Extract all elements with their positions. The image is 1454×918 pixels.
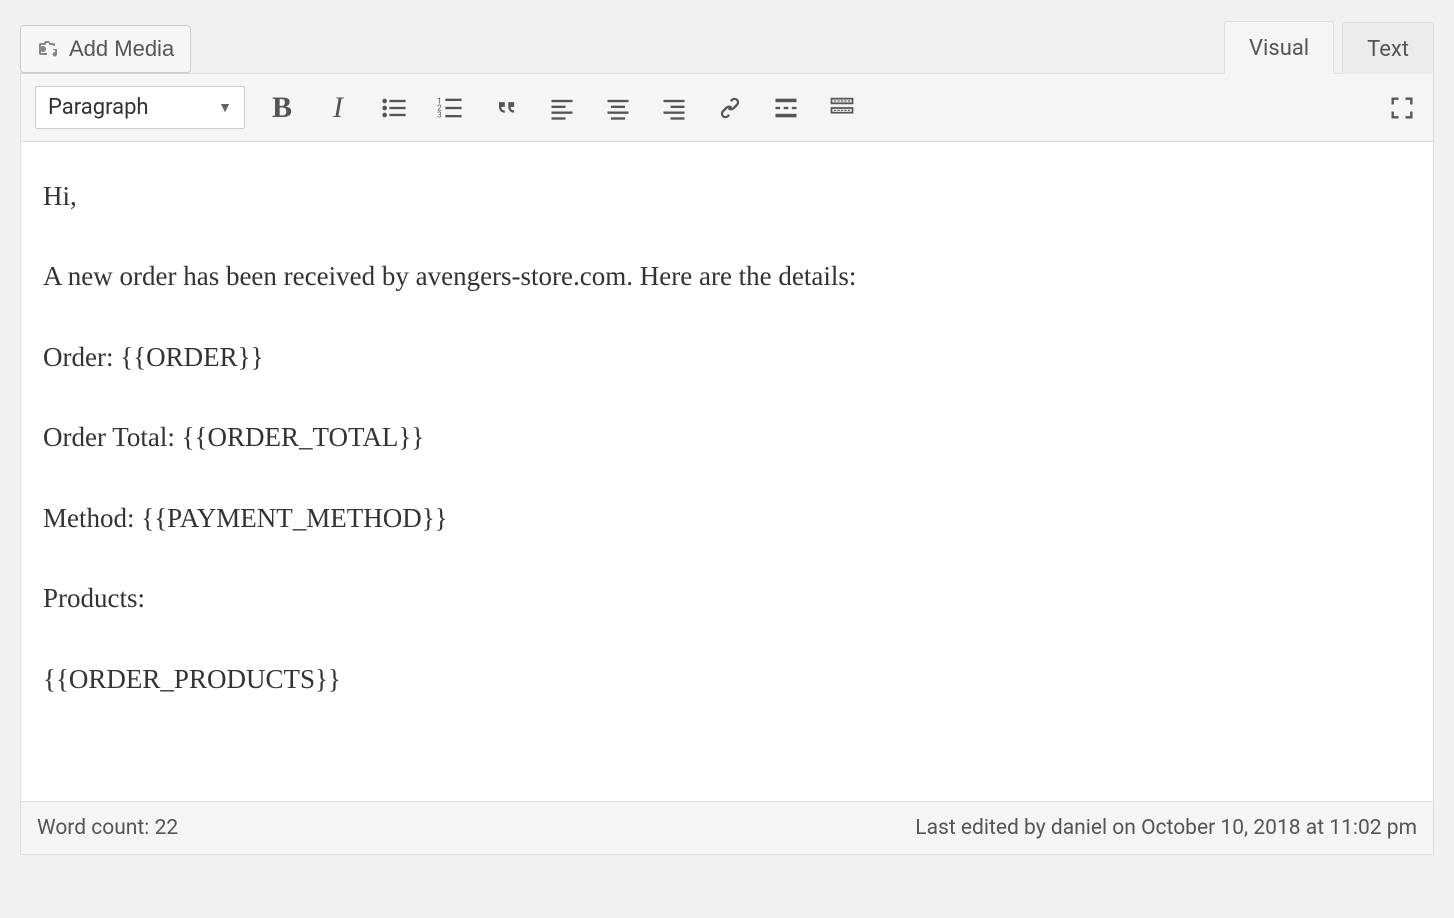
align-right-button[interactable] [657,91,691,125]
content-paragraph: Hi, [43,178,1411,214]
chevron-down-icon: ▼ [218,99,232,116]
toolbar-toggle-button[interactable] [825,91,859,125]
word-count: Word count: 22 [37,816,178,840]
bold-button[interactable]: B [265,91,299,125]
italic-button[interactable]: I [321,91,355,125]
editor-wrap: Add Media Visual Text Paragraph ▼ B I 12… [0,0,1454,875]
toolbar-toggle-icon [828,94,856,122]
content-paragraph: Order: {{ORDER}} [43,339,1411,375]
content-paragraph: Products: [43,580,1411,616]
bulleted-list-icon [380,94,408,122]
last-edited: Last edited by daniel on October 10, 201… [915,816,1417,840]
add-media-label: Add Media [69,36,174,62]
content-paragraph: A new order has been received by avenger… [43,258,1411,294]
read-more-button[interactable] [769,91,803,125]
read-more-icon [772,94,800,122]
link-icon [716,94,744,122]
svg-text:3: 3 [437,109,442,119]
format-select[interactable]: Paragraph ▼ [35,86,245,129]
blockquote-button[interactable] [489,91,523,125]
align-left-button[interactable] [545,91,579,125]
bulleted-list-button[interactable] [377,91,411,125]
numbered-list-icon: 123 [436,94,464,122]
align-right-icon [660,94,688,122]
tab-visual[interactable]: Visual [1224,21,1334,74]
editor-status-bar: Word count: 22 Last edited by daniel on … [21,801,1433,854]
editor-box: Paragraph ▼ B I 123 [20,73,1434,855]
fullscreen-button[interactable] [1385,91,1419,125]
link-button[interactable] [713,91,747,125]
bold-icon: B [272,91,292,125]
align-left-icon [548,94,576,122]
editor-tabs: Visual Text [1224,20,1434,73]
blockquote-icon [492,94,520,122]
toolbar-buttons: B I 123 [265,91,1419,125]
editor-content[interactable]: Hi, A new order has been received by ave… [21,142,1433,801]
format-select-value: Paragraph [48,95,149,120]
fullscreen-icon [1388,94,1416,122]
content-paragraph: Order Total: {{ORDER_TOTAL}} [43,419,1411,455]
camera-music-icon [37,37,61,61]
add-media-button[interactable]: Add Media [20,25,191,73]
numbered-list-button[interactable]: 123 [433,91,467,125]
align-center-button[interactable] [601,91,635,125]
tab-text[interactable]: Text [1342,22,1434,74]
content-paragraph: {{ORDER_PRODUCTS}} [43,661,1411,697]
content-paragraph: Method: {{PAYMENT_METHOD}} [43,500,1411,536]
editor-top-row: Add Media Visual Text [20,20,1434,73]
align-center-icon [604,94,632,122]
editor-toolbar: Paragraph ▼ B I 123 [21,74,1433,142]
italic-icon: I [333,91,343,125]
